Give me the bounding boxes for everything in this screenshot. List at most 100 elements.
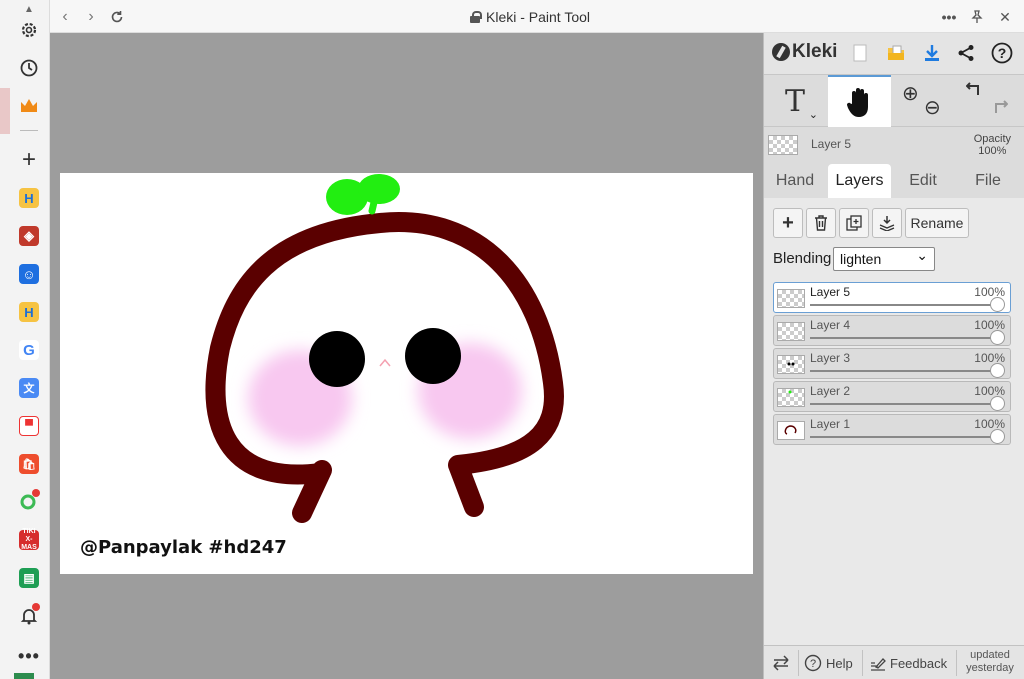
translate-icon[interactable]: 文 bbox=[14, 373, 44, 403]
blending-select[interactable]: lighten bbox=[833, 244, 935, 271]
delete-layer-button[interactable] bbox=[806, 208, 836, 238]
redo-icon[interactable] bbox=[990, 99, 1009, 122]
tab-hand[interactable]: Hand bbox=[764, 164, 826, 198]
layer-row-5[interactable]: Layer 5 100% bbox=[773, 282, 1011, 313]
layer-row-1[interactable]: Layer 1 100% bbox=[773, 414, 1011, 445]
merge-layer-button[interactable] bbox=[872, 208, 902, 238]
svg-text:?: ? bbox=[810, 658, 816, 670]
text-tool-button[interactable]: T ⌄ bbox=[764, 75, 826, 127]
tab-file[interactable]: File bbox=[958, 164, 1018, 198]
layer-opacity-track bbox=[810, 436, 998, 438]
tiki-xmas-icon[interactable]: TIKI X-MAS bbox=[14, 525, 44, 555]
feedback-button[interactable]: Feedback bbox=[870, 646, 947, 679]
current-layer-info: Layer 5 Opacity 100% bbox=[764, 129, 1024, 161]
layer-opacity-slider[interactable] bbox=[990, 297, 1005, 312]
new-file-icon[interactable] bbox=[846, 39, 874, 67]
blending-value: lighten bbox=[840, 251, 882, 267]
layer-name: Layer 3 bbox=[810, 351, 851, 365]
duplicate-layer-button[interactable] bbox=[839, 208, 869, 238]
google-icon[interactable]: G bbox=[14, 335, 44, 365]
layer-opacity-slider[interactable] bbox=[990, 429, 1005, 444]
help-circle-icon[interactable]: ? bbox=[988, 39, 1016, 67]
tab-layers[interactable]: Layers bbox=[828, 164, 891, 198]
layer-row-4[interactable]: Layer 4 100% bbox=[773, 315, 1011, 346]
footer-divider bbox=[862, 650, 863, 676]
footer-divider bbox=[956, 650, 957, 676]
undo-redo-buttons bbox=[960, 75, 1020, 127]
settings-gear-icon[interactable] bbox=[14, 15, 44, 45]
add-layer-button[interactable]: + bbox=[773, 208, 803, 238]
forward-icon[interactable]: › bbox=[80, 6, 102, 28]
chevron-down-icon[interactable]: ⌄ bbox=[809, 108, 818, 121]
help-button[interactable]: ? Help bbox=[804, 646, 853, 679]
zoom-out-icon[interactable]: ⊖ bbox=[924, 95, 941, 120]
layer-opacity-track bbox=[810, 304, 998, 306]
layer-name: Layer 5 bbox=[810, 285, 851, 299]
plus-icon: + bbox=[782, 211, 794, 234]
shopee-icon[interactable]: 🛍 bbox=[14, 449, 44, 479]
history-icon[interactable] bbox=[14, 53, 44, 83]
sidebar-more-icon[interactable]: ••• bbox=[14, 641, 44, 671]
current-layer-opacity: Opacity 100% bbox=[974, 133, 1011, 157]
swap-side-button[interactable] bbox=[772, 646, 790, 679]
swap-arrows-icon bbox=[773, 655, 789, 671]
current-layer-thumbnail bbox=[768, 135, 798, 155]
app-h2-icon[interactable]: H bbox=[14, 297, 44, 327]
share-icon[interactable] bbox=[952, 39, 980, 67]
download-icon[interactable] bbox=[918, 39, 946, 67]
page-title: Kleki - Paint Tool bbox=[486, 9, 591, 25]
zoom-buttons: ⊕ ⊖ bbox=[894, 75, 952, 127]
panel-header: Kleki ? bbox=[764, 33, 1024, 75]
opacity-value: 100% bbox=[978, 145, 1007, 157]
browser-sidebar: ▲ + H ◈ ☺ H G 文 ▀ 🛍 TIKI X-MAS ▤ ••• bbox=[0, 0, 50, 679]
hand-tool-button[interactable] bbox=[828, 75, 891, 127]
undo-icon[interactable] bbox=[965, 81, 984, 104]
feedback-label: Feedback bbox=[890, 655, 948, 671]
layer-opacity-track bbox=[810, 337, 998, 339]
more-options-icon[interactable]: ••• bbox=[938, 6, 960, 28]
notifications-bell-icon[interactable] bbox=[14, 601, 44, 631]
back-icon[interactable]: ‹ bbox=[54, 6, 76, 28]
app-shield-icon[interactable]: ◈ bbox=[14, 221, 44, 251]
drawing-canvas[interactable]: @Panpaylak #hd247 bbox=[60, 173, 753, 574]
layer-opacity-slider[interactable] bbox=[990, 330, 1005, 345]
sidebar-bottom-indicator bbox=[14, 673, 34, 679]
help-icon: ? bbox=[804, 654, 822, 672]
left-eye bbox=[309, 331, 365, 387]
current-layer-name: Layer 5 bbox=[811, 137, 852, 151]
layer-opacity-slider[interactable] bbox=[990, 363, 1005, 378]
canvas-workspace[interactable]: @Panpaylak #hd247 bbox=[50, 33, 763, 679]
pin-icon[interactable] bbox=[966, 6, 988, 28]
kleki-side-panel: Kleki ? T ⌄ ⊕ ⊖ Layer 5 Opacity 100% Han… bbox=[763, 33, 1024, 679]
wallpaper-strip bbox=[0, 88, 10, 134]
app-finder-icon[interactable]: ☺ bbox=[14, 259, 44, 289]
close-icon[interactable]: ✕ bbox=[994, 6, 1016, 28]
open-folder-icon[interactable] bbox=[882, 39, 910, 67]
notification-dot bbox=[32, 489, 40, 497]
browser-toolbar: ‹ › Kleki - Paint Tool ••• ✕ bbox=[50, 0, 1024, 33]
watermark-text: @Panpaylak #hd247 bbox=[80, 537, 287, 558]
sheets-icon[interactable]: ▤ bbox=[14, 563, 44, 593]
zoom-in-icon[interactable]: ⊕ bbox=[902, 81, 919, 106]
maps-pin-icon[interactable] bbox=[14, 487, 44, 517]
rename-layer-button[interactable]: Rename bbox=[905, 208, 969, 238]
collapse-chevron-icon[interactable]: ▲ bbox=[14, 2, 44, 16]
layer-opacity-track bbox=[810, 370, 998, 372]
app-h-icon[interactable]: H bbox=[14, 183, 44, 213]
right-eye bbox=[405, 328, 461, 384]
mouth bbox=[379, 358, 391, 367]
updated-status[interactable]: updated yesterday bbox=[960, 649, 1020, 675]
crown-icon[interactable] bbox=[14, 91, 44, 121]
layer-row-2[interactable]: Layer 2 100% bbox=[773, 381, 1011, 412]
layer-thumbnail bbox=[777, 388, 805, 407]
drawing-artwork bbox=[205, 174, 564, 523]
layer-row-3[interactable]: Layer 3 100% bbox=[773, 348, 1011, 379]
layer-opacity-slider[interactable] bbox=[990, 396, 1005, 411]
help-label: Help bbox=[826, 655, 853, 671]
add-icon[interactable]: + bbox=[14, 145, 44, 175]
app-red-icon[interactable]: ▀ bbox=[14, 411, 44, 441]
lock-icon bbox=[470, 11, 482, 23]
tab-edit[interactable]: Edit bbox=[894, 164, 952, 198]
reload-icon[interactable] bbox=[106, 6, 128, 28]
sidebar-divider bbox=[20, 130, 38, 131]
